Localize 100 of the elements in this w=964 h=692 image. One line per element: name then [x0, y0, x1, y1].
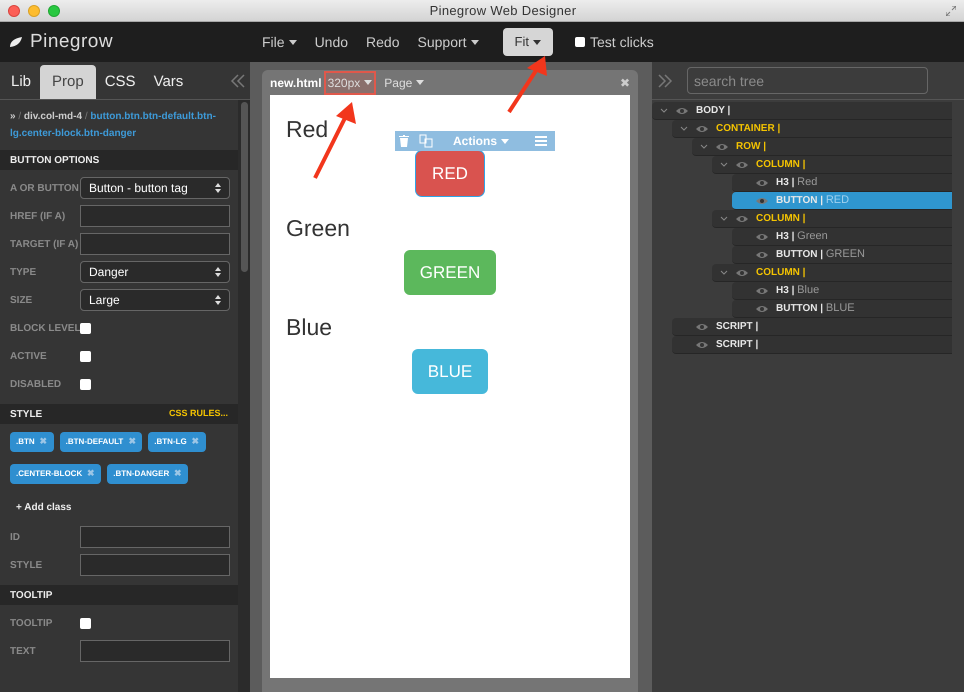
- chevron-icon[interactable]: [720, 270, 728, 276]
- chevron-icon[interactable]: [700, 144, 708, 150]
- tree-row[interactable]: BUTTON | GREEN: [732, 246, 952, 264]
- file-name: new.html: [270, 74, 322, 92]
- tree-row[interactable]: H3 | Red: [732, 174, 952, 192]
- section-header: STYLE CSS RULES...: [0, 404, 238, 424]
- panel-tab[interactable]: Lib: [2, 65, 40, 99]
- class-tag[interactable]: .BTN-LG ✖: [148, 432, 206, 452]
- panel-tab[interactable]: Prop: [40, 65, 96, 99]
- page-heading: Blue: [286, 313, 332, 341]
- add-class-button[interactable]: + Add class: [16, 500, 72, 515]
- input-field[interactable]: [80, 233, 230, 255]
- menu-icon[interactable]: [535, 136, 547, 146]
- tree-row[interactable]: CONTAINER |: [672, 120, 952, 138]
- field-label: ACTIVE: [10, 350, 48, 364]
- tree-row[interactable]: BUTTON | BLUE: [732, 300, 952, 318]
- menu-button[interactable]: Support: [418, 32, 479, 52]
- tree-row[interactable]: COLUMN |: [712, 210, 952, 228]
- scrollbar-thumb[interactable]: [240, 102, 248, 272]
- chevron-icon[interactable]: [680, 126, 688, 132]
- window-title: Pinegrow Web Designer: [428, 2, 578, 20]
- copy-icon[interactable]: [419, 134, 433, 148]
- tree-row[interactable]: BODY |: [652, 102, 952, 120]
- trash-icon[interactable]: [399, 135, 409, 147]
- eye-icon[interactable]: [756, 178, 768, 186]
- chevron-icon[interactable]: [720, 216, 728, 222]
- eye-icon[interactable]: [696, 322, 708, 330]
- menu-button[interactable]: File: [262, 32, 297, 52]
- select-field[interactable]: Danger: [80, 261, 230, 283]
- field-label: A OR BUTTON: [10, 182, 80, 196]
- expand-icon[interactable]: [657, 74, 673, 88]
- checkbox-label: Test clicks: [590, 32, 654, 52]
- page-button[interactable]: RED: [416, 151, 484, 196]
- input-field[interactable]: [80, 526, 230, 548]
- tree-label: ROW |: [736, 140, 766, 154]
- eye-icon[interactable]: [756, 232, 768, 240]
- chevron-icon[interactable]: [660, 108, 668, 114]
- tree-row[interactable]: H3 | Green: [732, 228, 952, 246]
- input-field[interactable]: [80, 554, 230, 576]
- checkbox[interactable]: [80, 350, 91, 362]
- caret-icon: [501, 138, 510, 144]
- breadcrumb: » / div.col-md-4 / button.btn.btn-default.btn-lg.center-block.btn-danger: [9, 110, 217, 141]
- tree-label: BODY |: [696, 104, 730, 118]
- field-label: TYPE: [10, 266, 38, 280]
- tree-row[interactable]: ROW |: [692, 138, 952, 156]
- checkbox[interactable]: [80, 322, 91, 334]
- eye-icon[interactable]: [676, 106, 688, 114]
- input-field[interactable]: [80, 640, 230, 662]
- select-field[interactable]: Large: [80, 289, 230, 311]
- tree-label: COLUMN |: [756, 266, 806, 280]
- fit-button[interactable]: Fit: [502, 28, 553, 56]
- leaf-icon: [10, 37, 22, 47]
- panel-tab[interactable]: Vars: [144, 65, 192, 99]
- field-label: SIZE: [10, 294, 34, 308]
- collapse-icon[interactable]: [230, 74, 246, 88]
- class-tag[interactable]: .BTN-DANGER ✖: [107, 464, 188, 484]
- fullscreen-icon[interactable]: [946, 6, 956, 16]
- tree-label: H3 | Red: [776, 175, 818, 190]
- tree-row[interactable]: COLUMN |: [712, 156, 952, 174]
- caret-icon: [288, 40, 297, 44]
- field-label: TARGET (IF A): [10, 238, 80, 252]
- css-rules-link[interactable]: CSS RULES...: [168, 407, 228, 421]
- checkbox[interactable]: [80, 618, 91, 628]
- section-header: TOOLTIP: [0, 585, 238, 605]
- eye-icon[interactable]: [716, 142, 728, 150]
- eye-icon[interactable]: [696, 340, 708, 348]
- input-field[interactable]: [80, 205, 230, 227]
- checkbox[interactable]: [80, 378, 91, 390]
- minimize-button[interactable]: [28, 4, 40, 16]
- field-label: BLOCK LEVEL: [10, 322, 80, 336]
- tree-row[interactable]: SCRIPT |: [672, 336, 952, 354]
- eye-icon[interactable]: [736, 214, 748, 222]
- eye-icon[interactable]: [756, 304, 768, 312]
- zoom-button[interactable]: [48, 4, 60, 16]
- caret-icon: [470, 40, 479, 44]
- eye-icon[interactable]: [756, 250, 768, 258]
- eye-icon[interactable]: [696, 124, 708, 132]
- eye-icon[interactable]: [736, 268, 748, 276]
- panel-tab[interactable]: CSS: [96, 65, 145, 99]
- eye-icon[interactable]: [736, 160, 748, 168]
- search-field[interactable]: search tree: [687, 67, 928, 94]
- section-header: BUTTON OPTIONS: [0, 150, 238, 170]
- menu-button[interactable]: Undo: [314, 32, 348, 52]
- checkbox[interactable]: [575, 37, 585, 47]
- select-field[interactable]: Button - button tag: [80, 177, 230, 199]
- class-tag[interactable]: .BTN ✖: [10, 432, 54, 452]
- tree-label: CONTAINER |: [716, 122, 780, 136]
- tree-row[interactable]: H3 | Blue: [732, 282, 952, 300]
- field-label: HREF (IF A): [10, 210, 66, 224]
- tree-row[interactable]: SCRIPT |: [672, 318, 952, 336]
- menu-button[interactable]: Redo: [366, 32, 400, 52]
- eye-icon[interactable]: [756, 196, 768, 204]
- class-tag[interactable]: .BTN-DEFAULT ✖: [60, 432, 142, 452]
- tree-row[interactable]: COLUMN |: [712, 264, 952, 282]
- close-button[interactable]: [8, 4, 20, 16]
- caret-icon: [364, 80, 372, 85]
- class-tag[interactable]: .CENTER-BLOCK ✖: [10, 464, 102, 484]
- chevron-icon[interactable]: [720, 162, 728, 168]
- eye-icon[interactable]: [756, 286, 768, 294]
- tree-label: COLUMN |: [756, 158, 806, 172]
